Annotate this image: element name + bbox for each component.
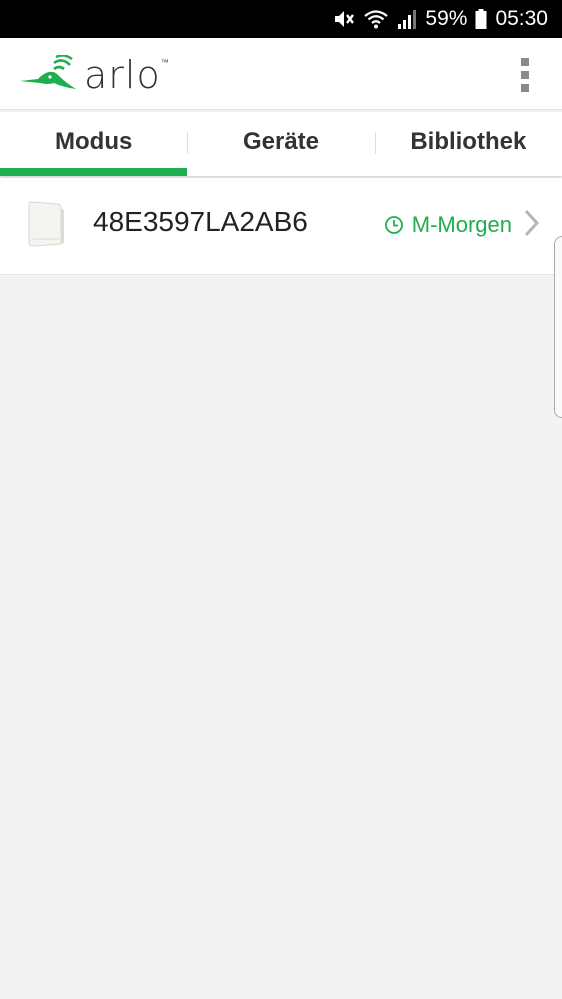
menu-dot [521, 71, 529, 79]
device-mode[interactable]: M-Morgen [384, 212, 512, 238]
tab-bibliothek[interactable]: Bibliothek [374, 112, 562, 176]
status-bar: 59% 05:30 [0, 0, 562, 38]
device-list-item[interactable]: 48E3597LA2AB6 M-Morgen [0, 178, 562, 275]
logo-trademark: ™ [160, 58, 169, 67]
signal-icon [397, 8, 417, 30]
overflow-menu-button[interactable] [518, 58, 532, 92]
edge-panel-handle[interactable] [554, 236, 562, 418]
logo-text: arlo [84, 53, 161, 97]
tab-label: Geräte [242, 128, 320, 155]
app-header: arlo ™ [0, 38, 562, 110]
menu-dot [521, 84, 529, 92]
tab-modus[interactable]: Modus [0, 112, 188, 176]
base-station-icon [28, 201, 64, 247]
clock-time: 05:30 [495, 7, 548, 30]
mode-label: M-Morgen [411, 212, 512, 237]
device-name: 48E3597LA2AB6 [93, 206, 308, 237]
tab-bar: Modus Geräte Bibliothek [0, 112, 562, 176]
clock-icon [384, 216, 403, 234]
tab-geraete[interactable]: Geräte [187, 112, 374, 176]
tab-label: Bibliothek [410, 128, 527, 155]
chevron-right-icon[interactable] [522, 208, 542, 238]
battery-icon [475, 8, 487, 30]
menu-dot [521, 58, 529, 66]
hummingbird-logo-icon [20, 55, 76, 89]
tab-label: Modus [55, 128, 133, 155]
mute-icon [333, 8, 355, 30]
active-tab-indicator [0, 168, 188, 176]
arlo-logo: arlo ™ [18, 54, 169, 96]
wifi-icon [363, 8, 389, 30]
battery-percent: 59% [425, 7, 468, 30]
